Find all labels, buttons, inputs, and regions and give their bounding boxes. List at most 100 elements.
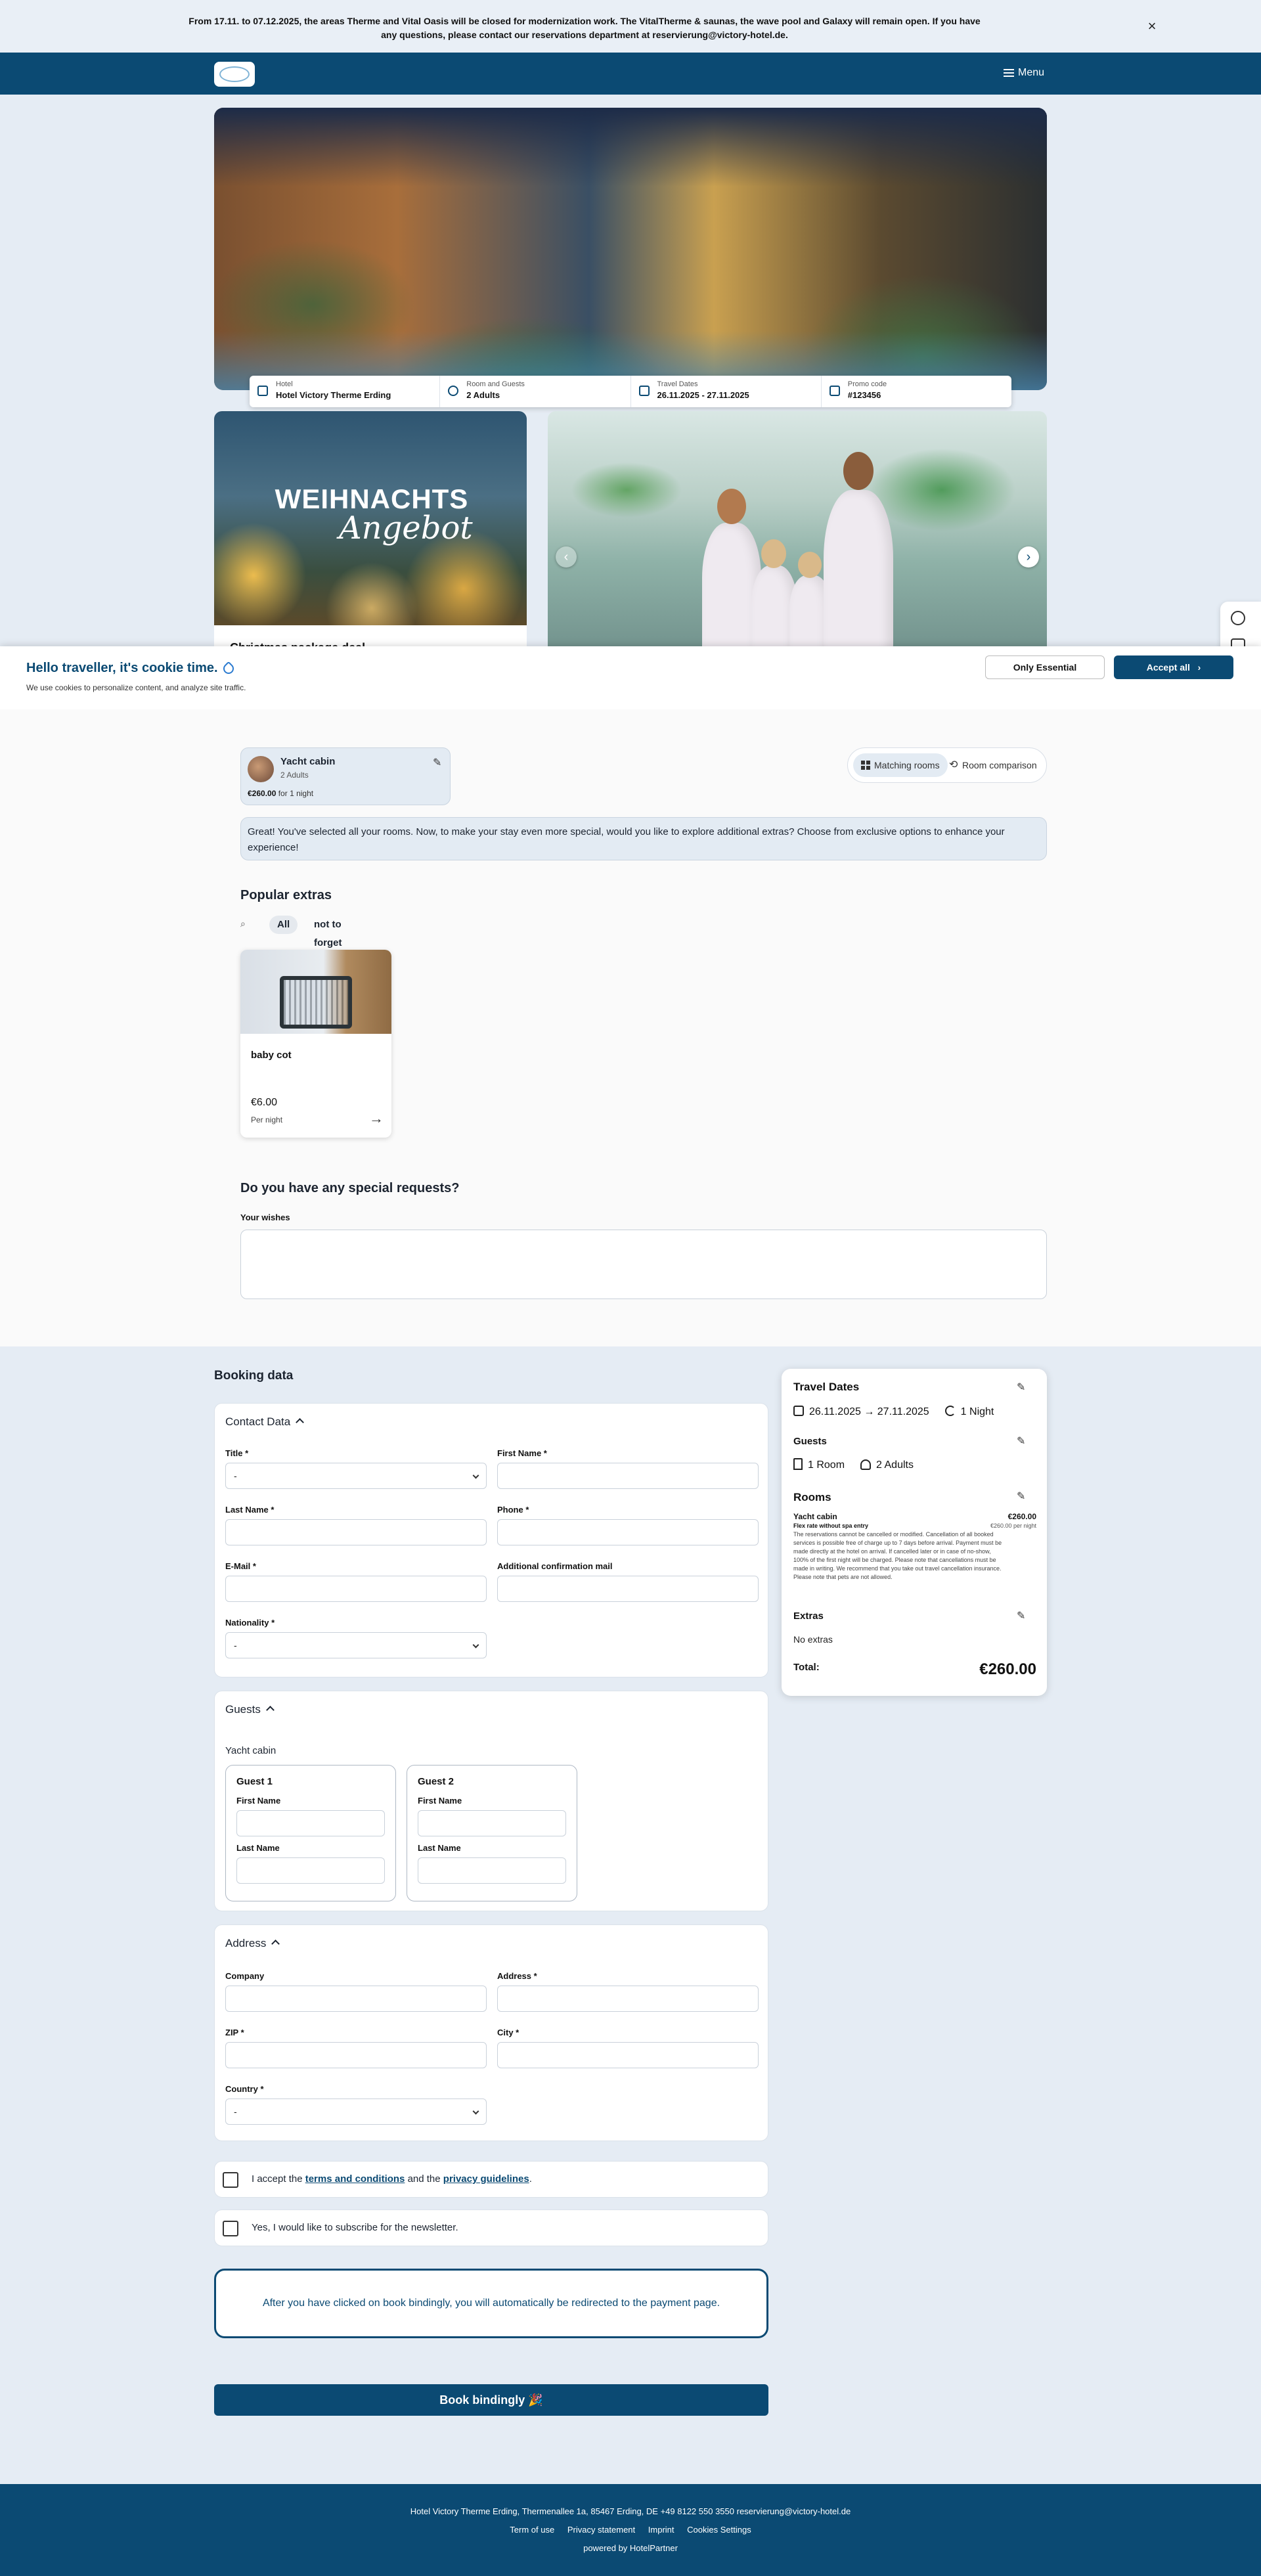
grid-icon: [861, 761, 870, 770]
address-toggle[interactable]: Address: [225, 1937, 280, 1950]
pencil-icon[interactable]: ✎: [1017, 1434, 1025, 1448]
terms-text: I accept the terms and conditions and th…: [252, 2173, 532, 2185]
your-wishes-label: Your wishes: [240, 1212, 290, 1222]
popular-extras-title: Popular extras: [240, 888, 332, 902]
travel-dates-label: Travel Dates: [657, 380, 698, 388]
cookie-text: We use cookies to personalize content, a…: [26, 683, 246, 692]
offer-card-family[interactable]: ‹ ›: [548, 411, 1047, 661]
promo-code-field[interactable]: Promo code #123456: [822, 376, 1011, 407]
additional-mail-input[interactable]: [497, 1576, 759, 1602]
baby-cot-image: [240, 950, 391, 1034]
rooms-title: Rooms: [793, 1491, 831, 1503]
summary-room-rate: Flex rate without spa entry: [793, 1522, 869, 1529]
footer-link-cookies[interactable]: Cookies Settings: [687, 2525, 751, 2535]
guest-last-name-input[interactable]: [418, 1857, 566, 1884]
terms-checkbox[interactable]: [223, 2172, 238, 2188]
email-input[interactable]: [225, 1576, 487, 1602]
extra-name: baby cot: [251, 1050, 292, 1061]
filter-not-to-forget[interactable]: not to forget: [306, 916, 349, 948]
extra-card-baby-cot[interactable]: baby cot €6.00 Per night →: [240, 950, 391, 1138]
travel-dates-field[interactable]: Travel Dates 26.11.2025 - 27.11.2025: [631, 376, 822, 407]
adult-head: [843, 452, 874, 490]
slider-next-button[interactable]: ›: [1018, 546, 1039, 567]
room-guests-field[interactable]: Room and Guests 2 Adults: [440, 376, 631, 407]
slider-prev-button[interactable]: ‹: [556, 546, 577, 567]
your-wishes-input[interactable]: [240, 1230, 1047, 1299]
first-name-input[interactable]: [497, 1463, 759, 1489]
close-icon[interactable]: ×: [1143, 17, 1161, 35]
only-essential-button[interactable]: Only Essential: [985, 655, 1105, 679]
last-name-label: Last Name *: [225, 1505, 275, 1515]
menu-label: Menu: [1018, 67, 1045, 78]
guest-card-1: Guest 1 First Name Last Name: [225, 1765, 396, 1901]
city-input[interactable]: [497, 2042, 759, 2068]
guests-toggle[interactable]: Guests: [225, 1703, 275, 1716]
zip-input[interactable]: [225, 2042, 487, 2068]
footer-link-terms[interactable]: Term of use: [510, 2525, 554, 2535]
last-name-input[interactable]: [225, 1519, 487, 1545]
nationality-label: Nationality *: [225, 1618, 275, 1628]
hotel-field[interactable]: Hotel Hotel Victory Therme Erding: [250, 376, 441, 407]
guest-first-name-input[interactable]: [418, 1810, 566, 1836]
room-price-suffix: for 1 night: [276, 789, 314, 798]
menu-button[interactable]: Menu: [1004, 66, 1044, 80]
country-select-value: -: [234, 2106, 237, 2117]
contact-data-toggle[interactable]: Contact Data: [225, 1415, 305, 1429]
terms-middle: and the: [405, 2173, 443, 2185]
company-input[interactable]: [225, 1986, 487, 2012]
offer-card-christmas[interactable]: WEIHNACHTS Angebot Christmas package dea…: [214, 411, 527, 661]
hotel-label: Hotel: [276, 380, 293, 388]
phone-input[interactable]: [497, 1519, 759, 1545]
extras-value: No extras: [793, 1634, 833, 1645]
guest-title: Guest 1: [236, 1776, 273, 1787]
guest-card-2: Guest 2 First Name Last Name: [407, 1765, 577, 1901]
booking-searchbar: Hotel Hotel Victory Therme Erding Room a…: [250, 376, 1011, 407]
guests-title: Guests: [793, 1436, 827, 1447]
newsletter-row: Yes, I would like to subscribe for the n…: [214, 2210, 768, 2246]
promo-code-label: Promo code: [847, 380, 887, 388]
summary-room-per-night: €260.00 per night: [990, 1522, 1036, 1529]
cookie-title-text: Hello traveller, it's cookie time.: [26, 661, 218, 675]
guest-last-name-label: Last Name: [418, 1843, 461, 1853]
nationality-select[interactable]: -: [225, 1632, 487, 1658]
extra-unit: Per night: [251, 1115, 283, 1124]
title-select[interactable]: -: [225, 1463, 487, 1489]
guest-last-name-input[interactable]: [236, 1857, 385, 1884]
terms-suffix: .: [529, 2173, 532, 2185]
accept-all-button[interactable]: Accept all ›: [1114, 655, 1233, 679]
hotel-logo[interactable]: [214, 62, 255, 87]
pencil-icon[interactable]: ✎: [1017, 1609, 1025, 1622]
room-guests: 2 Adults: [280, 770, 309, 780]
book-bindingly-button[interactable]: Book bindingly 🎉: [214, 2384, 768, 2416]
search-icon[interactable]: ⌕: [240, 918, 254, 929]
total-label: Total:: [793, 1662, 820, 1673]
arrow-right-icon[interactable]: →: [369, 1110, 384, 1127]
privacy-link[interactable]: privacy guidelines: [443, 2173, 529, 2185]
pencil-icon[interactable]: ✎: [433, 756, 441, 769]
chevron-down-icon: [472, 2108, 479, 2115]
room-price-value: €260.00: [248, 789, 277, 798]
selected-room-chip[interactable]: Yacht cabin 2 Adults €260.00 for 1 night…: [240, 747, 451, 805]
footer-address: Hotel Victory Therme Erding, Thermenalle…: [410, 2506, 851, 2516]
tag-icon: [221, 661, 236, 677]
footer-link-privacy[interactable]: Privacy statement: [567, 2525, 635, 2535]
accept-all-label: Accept all: [1146, 662, 1190, 673]
newsletter-checkbox[interactable]: [223, 2221, 238, 2236]
filter-all[interactable]: All: [269, 916, 298, 934]
room-comparison-tab[interactable]: ⟲ Room comparison: [941, 753, 1045, 777]
pencil-icon[interactable]: ✎: [1017, 1490, 1025, 1503]
terms-row: I accept the terms and conditions and th…: [214, 2161, 768, 2198]
nationality-select-value: -: [234, 1640, 237, 1651]
additional-mail-label: Additional confirmation mail: [497, 1561, 613, 1571]
summary-room-terms: The reservations cannot be cancelled or …: [793, 1531, 1002, 1580]
hotel-icon: [257, 386, 268, 396]
footer-link-imprint[interactable]: Imprint: [648, 2525, 675, 2535]
pencil-icon[interactable]: ✎: [1017, 1381, 1025, 1394]
guest-first-name-input[interactable]: [236, 1810, 385, 1836]
matching-rooms-tab[interactable]: Matching rooms: [853, 753, 948, 777]
address-input[interactable]: [497, 1986, 759, 2012]
newsletter-text: Yes, I would like to subscribe for the n…: [252, 2222, 458, 2233]
chat-icon[interactable]: [1231, 611, 1245, 625]
terms-link[interactable]: terms and conditions: [305, 2173, 405, 2185]
country-select[interactable]: -: [225, 2099, 487, 2125]
